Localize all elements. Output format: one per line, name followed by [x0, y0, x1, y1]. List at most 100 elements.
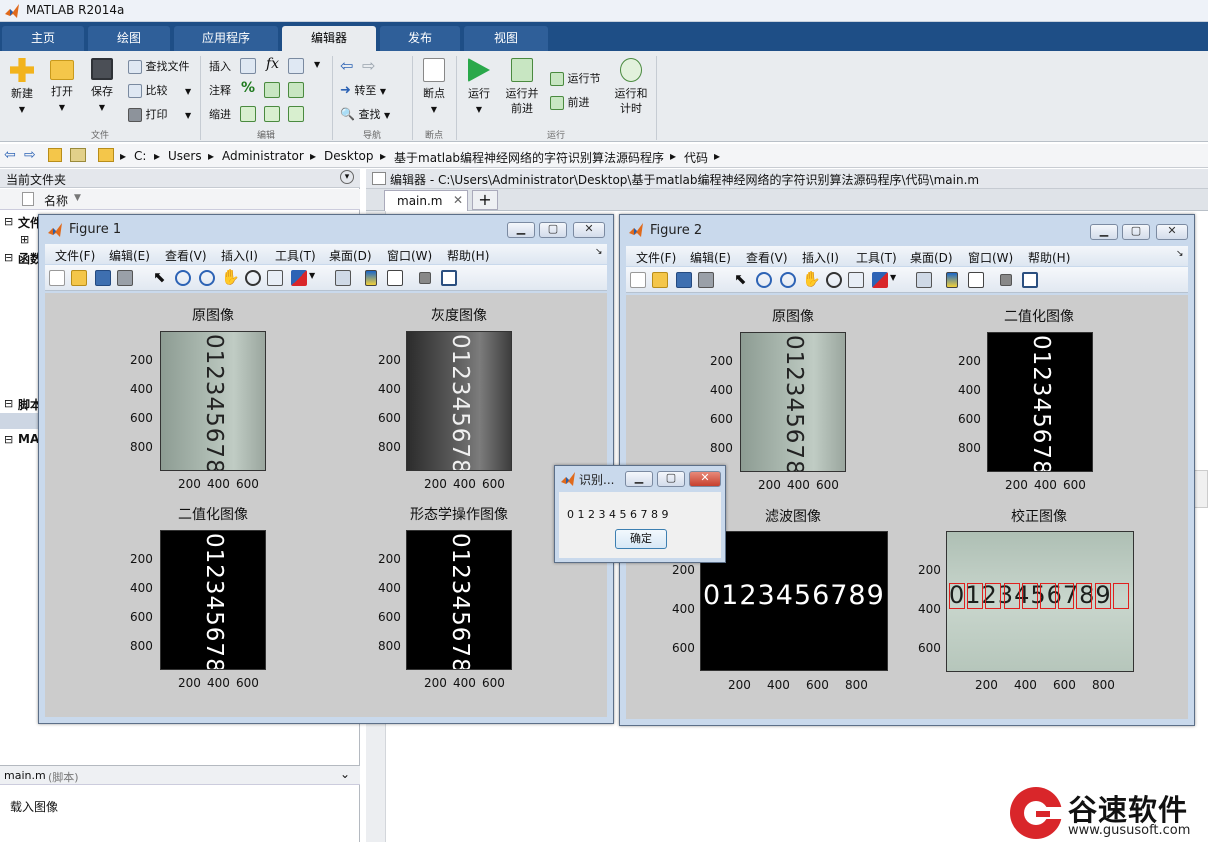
menu-help[interactable]: 帮助(H) [447, 247, 489, 264]
zoom-in-icon[interactable] [756, 272, 772, 288]
tab-plots[interactable]: 绘图 [88, 26, 170, 51]
close-button[interactable]: ✕ [1156, 224, 1188, 240]
close-button[interactable]: ✕ [573, 222, 605, 238]
data-cursor-icon[interactable] [267, 270, 283, 286]
comment-button[interactable]: 注释 [209, 82, 231, 98]
colorbar-icon[interactable] [946, 272, 958, 288]
advance-button[interactable]: 前进 [550, 94, 590, 110]
chevron-down-icon[interactable]: ▼ [309, 271, 315, 280]
collapse-icon[interactable]: ⊟ [4, 397, 13, 410]
show-plot-tools-icon[interactable] [441, 270, 457, 286]
find-file-button[interactable]: 查找文件 [128, 58, 190, 74]
pointer-icon[interactable]: ⬉ [734, 270, 747, 288]
zoom-out-icon[interactable] [199, 270, 215, 286]
new-tab-button[interactable]: + [472, 190, 498, 210]
brush-icon[interactable] [872, 272, 888, 288]
back-arrow-icon[interactable]: ⇦ [4, 147, 16, 163]
menu-tools[interactable]: 工具(T) [856, 249, 897, 266]
path-segment-desktop[interactable]: Desktop [324, 149, 374, 163]
find-button[interactable]: 🔍 查找 ▼ [340, 106, 390, 122]
menu-desktop[interactable]: 桌面(D) [329, 247, 372, 264]
selected-row[interactable] [0, 413, 40, 429]
close-icon[interactable]: ✕ [453, 193, 463, 207]
ok-button[interactable]: 确定 [615, 529, 667, 549]
save-figure-icon[interactable] [676, 272, 692, 288]
back-arrow-icon[interactable]: ⇦ [340, 56, 353, 75]
up-folder-icon[interactable] [48, 148, 62, 162]
legend-icon[interactable] [387, 270, 403, 286]
chevron-down-icon[interactable]: ▼ [314, 60, 320, 69]
path-segment-users[interactable]: Users [168, 149, 202, 163]
print-figure-icon[interactable] [698, 272, 714, 288]
run-section-button[interactable]: 运行节 [550, 70, 601, 86]
tab-editor[interactable]: 编辑器 [282, 26, 376, 51]
menubar-arrow-icon[interactable]: ↘ [1176, 249, 1184, 259]
new-button[interactable]: 新建 ▼ [6, 58, 38, 117]
menu-insert[interactable]: 插入(I) [221, 247, 258, 264]
path-segment-project[interactable]: 基于matlab编程神经网络的字符识别算法源码程序 [394, 149, 664, 166]
path-segment-admin[interactable]: Administrator [222, 149, 304, 163]
menu-tools[interactable]: 工具(T) [275, 247, 316, 264]
legend-icon[interactable] [968, 272, 984, 288]
pointer-icon[interactable]: ⬉ [153, 268, 166, 286]
menu-edit[interactable]: 编辑(E) [109, 247, 150, 264]
menu-file[interactable]: 文件(F) [636, 249, 676, 266]
decrease-indent-icon[interactable] [288, 106, 304, 122]
rotate-3d-icon[interactable] [245, 270, 261, 286]
details-header[interactable]: main.m (脚本) ⌄ [0, 765, 360, 785]
forward-arrow-icon[interactable]: ⇨ [362, 56, 375, 75]
menu-view[interactable]: 查看(V) [746, 249, 788, 266]
chevron-down-icon[interactable]: ⌄ [340, 767, 350, 781]
show-plot-tools-icon[interactable] [1022, 272, 1038, 288]
new-figure-icon[interactable] [49, 270, 65, 286]
breakpoints-button[interactable]: 断点 ▼ [418, 58, 450, 117]
maximize-button[interactable]: ▢ [539, 222, 567, 238]
smart-indent-icon[interactable] [240, 106, 256, 122]
wrap-comment-icon[interactable] [288, 82, 304, 98]
percent-icon[interactable]: % [241, 80, 255, 96]
fx-icon[interactable]: fx [266, 56, 279, 72]
tab-home[interactable]: 主页 [2, 26, 84, 51]
run-advance-button[interactable]: 运行并 前进 [502, 58, 542, 116]
open-file-icon[interactable] [71, 270, 87, 286]
link-plot-icon[interactable] [916, 272, 932, 288]
menu-file[interactable]: 文件(F) [55, 247, 95, 264]
minimize-button[interactable]: ▁ [507, 222, 535, 238]
name-column-header[interactable]: 名称 ▼ [0, 189, 360, 210]
zoom-out-icon[interactable] [780, 272, 796, 288]
path-segment-drive[interactable]: C: [134, 149, 146, 163]
colorbar-icon[interactable] [365, 270, 377, 286]
link-plot-icon[interactable] [335, 270, 351, 286]
run-and-time-button[interactable]: 运行和 计时 [612, 58, 650, 116]
maximize-button[interactable]: ▢ [1122, 224, 1150, 240]
tab-apps[interactable]: 应用程序 [174, 26, 278, 51]
pan-hand-icon[interactable]: ✋ [221, 268, 240, 286]
indent-button[interactable]: 缩进 [209, 106, 231, 122]
insert-button[interactable]: 插入 [209, 58, 231, 74]
menu-view[interactable]: 查看(V) [165, 247, 207, 264]
open-file-icon[interactable] [652, 272, 668, 288]
save-figure-icon[interactable] [95, 270, 111, 286]
expand-icon[interactable]: ⊞ [20, 233, 29, 246]
insert-section-icon[interactable] [240, 58, 256, 74]
goto-button[interactable]: ➜ 转至 ▼ [340, 82, 386, 98]
collapse-icon[interactable]: ⊟ [4, 433, 13, 446]
menu-help[interactable]: 帮助(H) [1028, 249, 1070, 266]
data-cursor-icon[interactable] [848, 272, 864, 288]
menu-insert[interactable]: 插入(I) [802, 249, 839, 266]
panel-menu-icon[interactable]: ▾ [340, 170, 354, 184]
run-button[interactable]: 运行 ▼ [462, 58, 496, 117]
chevron-down-icon[interactable]: ▼ [890, 273, 896, 282]
save-button[interactable]: 保存 ▼ [86, 58, 118, 115]
path-segment-code[interactable]: 代码 [684, 149, 708, 166]
minimize-button[interactable]: ▁ [625, 471, 653, 487]
uncomment-icon[interactable] [264, 82, 280, 98]
maximize-button[interactable]: ▢ [657, 471, 685, 487]
tab-publish[interactable]: 发布 [380, 26, 460, 51]
menu-window[interactable]: 窗口(W) [968, 249, 1013, 266]
compare-button[interactable]: 比较 ▼ [128, 82, 191, 98]
hide-plot-tools-icon[interactable] [419, 272, 431, 284]
collapse-icon[interactable]: ⊟ [4, 251, 13, 264]
print-button[interactable]: 打印 ▼ [128, 106, 191, 122]
tab-view[interactable]: 视图 [464, 26, 548, 51]
